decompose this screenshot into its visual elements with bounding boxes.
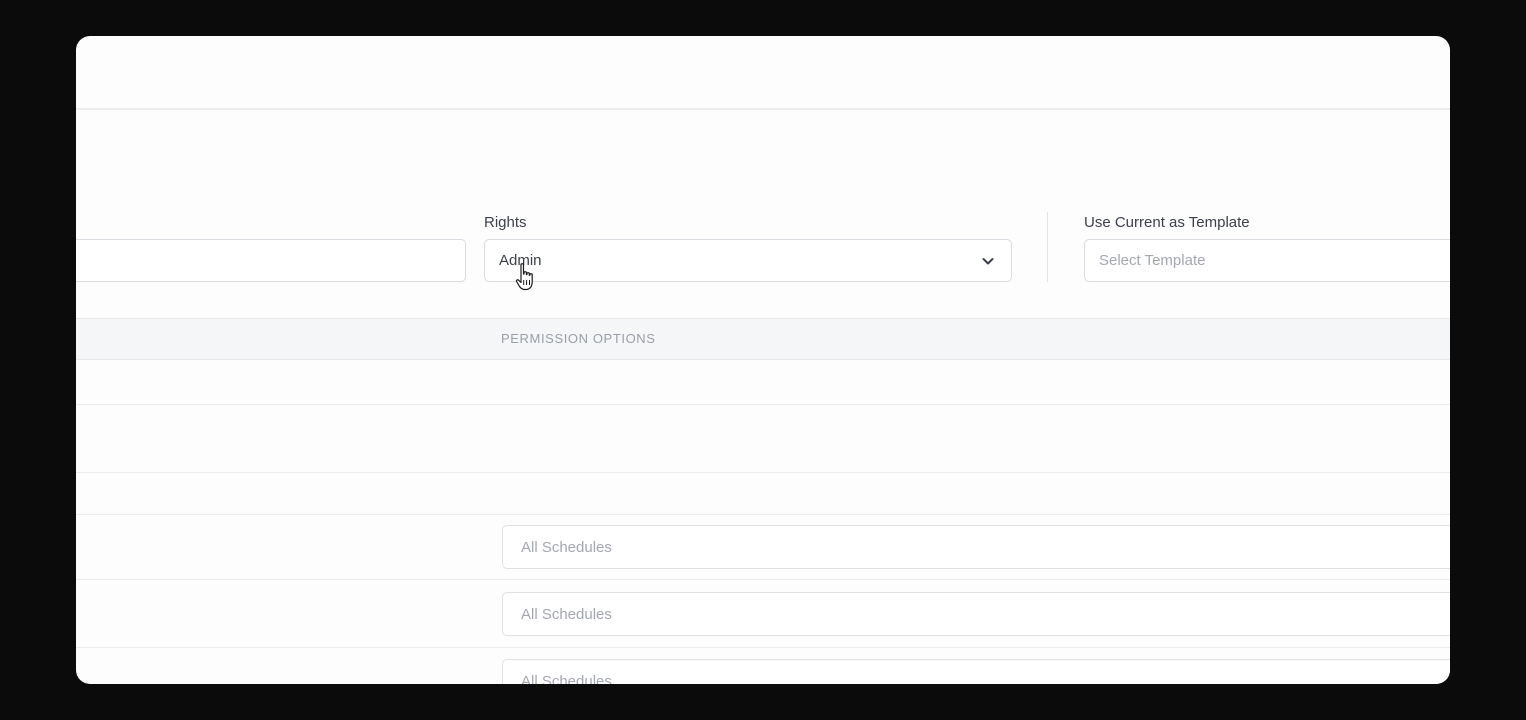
schedule-placeholder: All Schedules: [521, 538, 612, 556]
row-divider: [76, 514, 1450, 515]
header-divider: [76, 108, 1450, 110]
row-divider: [76, 472, 1450, 473]
rights-select[interactable]: Admin: [484, 239, 1012, 282]
template-label: Use Current as Template: [1084, 214, 1250, 231]
row-divider: [76, 579, 1450, 580]
schedule-select[interactable]: All Schedules: [502, 592, 1450, 636]
schedule-select[interactable]: All Schedules: [502, 659, 1450, 684]
table-header: PERMISSION OPTIONS: [76, 318, 1450, 360]
chevron-down-icon[interactable]: [981, 254, 995, 268]
permission-options-header: PERMISSION OPTIONS: [501, 331, 656, 346]
schedule-placeholder: All Schedules: [521, 672, 612, 685]
schedule-placeholder: All Schedules: [521, 605, 612, 623]
template-select[interactable]: Select Template: [1084, 239, 1450, 282]
app-window: Rights Admin Use Current as Template Sel…: [76, 36, 1450, 684]
row-divider: [76, 404, 1450, 405]
hand-pointer-icon: [515, 263, 533, 291]
rights-label: Rights: [484, 214, 527, 231]
name-input[interactable]: [76, 239, 466, 282]
row-divider: [76, 647, 1450, 648]
schedule-select[interactable]: All Schedules: [502, 525, 1450, 569]
template-placeholder: Select Template: [1099, 252, 1206, 269]
field-divider: [1047, 212, 1048, 282]
